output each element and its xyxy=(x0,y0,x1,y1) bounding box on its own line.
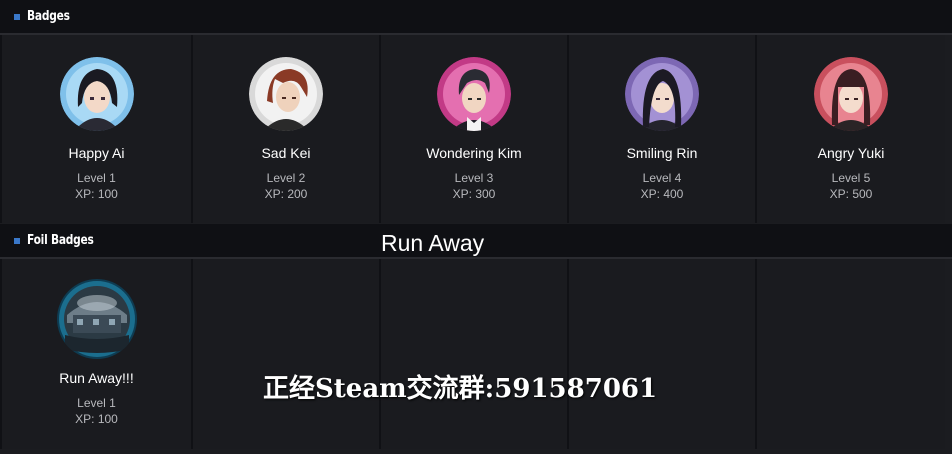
badges-section-title: Badges xyxy=(27,9,70,24)
foil-badges-section-title: Foil Badges xyxy=(27,233,94,248)
empty-badge-slot xyxy=(567,259,755,449)
badge-xp: XP: 400 xyxy=(640,187,684,201)
badges-grid: Happy Ai Level 1 XP: 100 Sad Kei Level 2… xyxy=(0,35,952,223)
badge-xp: XP: 100 xyxy=(75,187,118,201)
badges-section-header: Badges xyxy=(0,0,952,35)
foil-badges-grid: Run Away!!! Level 1 XP: 100 xyxy=(0,259,952,449)
badge-card[interactable]: Smiling Rin Level 4 XP: 400 xyxy=(567,35,755,223)
section-marker-icon xyxy=(14,237,20,244)
watermark-text: 正经Steam交流群:591587061 xyxy=(263,374,658,404)
badge-level: Level 3 xyxy=(454,171,494,185)
empty-badge-slot xyxy=(755,259,945,449)
empty-badge-slot xyxy=(379,259,567,449)
badge-avatar-happy-ai xyxy=(59,57,134,131)
badge-avatar-smiling-rin xyxy=(625,57,699,131)
badge-xp: XP: 200 xyxy=(264,187,308,201)
section-marker-icon xyxy=(14,13,20,20)
badge-level: Level 1 xyxy=(77,171,116,185)
foil-badge-name: Run Away!!! xyxy=(59,370,134,386)
badge-card[interactable]: Angry Yuki Level 5 XP: 500 xyxy=(755,35,945,223)
badge-name: Sad Kei xyxy=(261,145,311,161)
foil-badge-avatar-run-away xyxy=(56,279,137,359)
foil-badge-card[interactable]: Run Away!!! Level 1 XP: 100 xyxy=(0,259,191,449)
badge-name: Wondering Kim xyxy=(426,145,522,161)
badge-level: Level 2 xyxy=(266,171,306,185)
badge-card[interactable]: Happy Ai Level 1 XP: 100 xyxy=(0,35,191,223)
game-title-overlay: Run Away xyxy=(381,230,485,256)
badge-xp: XP: 300 xyxy=(452,187,496,201)
foil-badge-xp: XP: 100 xyxy=(75,412,118,426)
badge-avatar-sad-kei xyxy=(249,57,323,131)
badge-level: Level 4 xyxy=(642,171,682,185)
badge-xp: XP: 500 xyxy=(829,187,873,201)
badge-card[interactable]: Sad Kei Level 2 XP: 200 xyxy=(191,35,379,223)
empty-badge-slot xyxy=(191,259,379,449)
badge-card[interactable]: Wondering Kim Level 3 XP: 300 xyxy=(379,35,567,223)
badge-name: Happy Ai xyxy=(68,145,125,161)
badge-avatar-angry-yuki xyxy=(814,57,888,131)
foil-badge-level: Level 1 xyxy=(77,396,116,410)
badge-avatar-wondering-kim xyxy=(437,57,511,131)
badge-name: Smiling Rin xyxy=(626,145,698,161)
badge-name: Angry Yuki xyxy=(817,145,885,161)
badge-level: Level 5 xyxy=(831,171,871,185)
